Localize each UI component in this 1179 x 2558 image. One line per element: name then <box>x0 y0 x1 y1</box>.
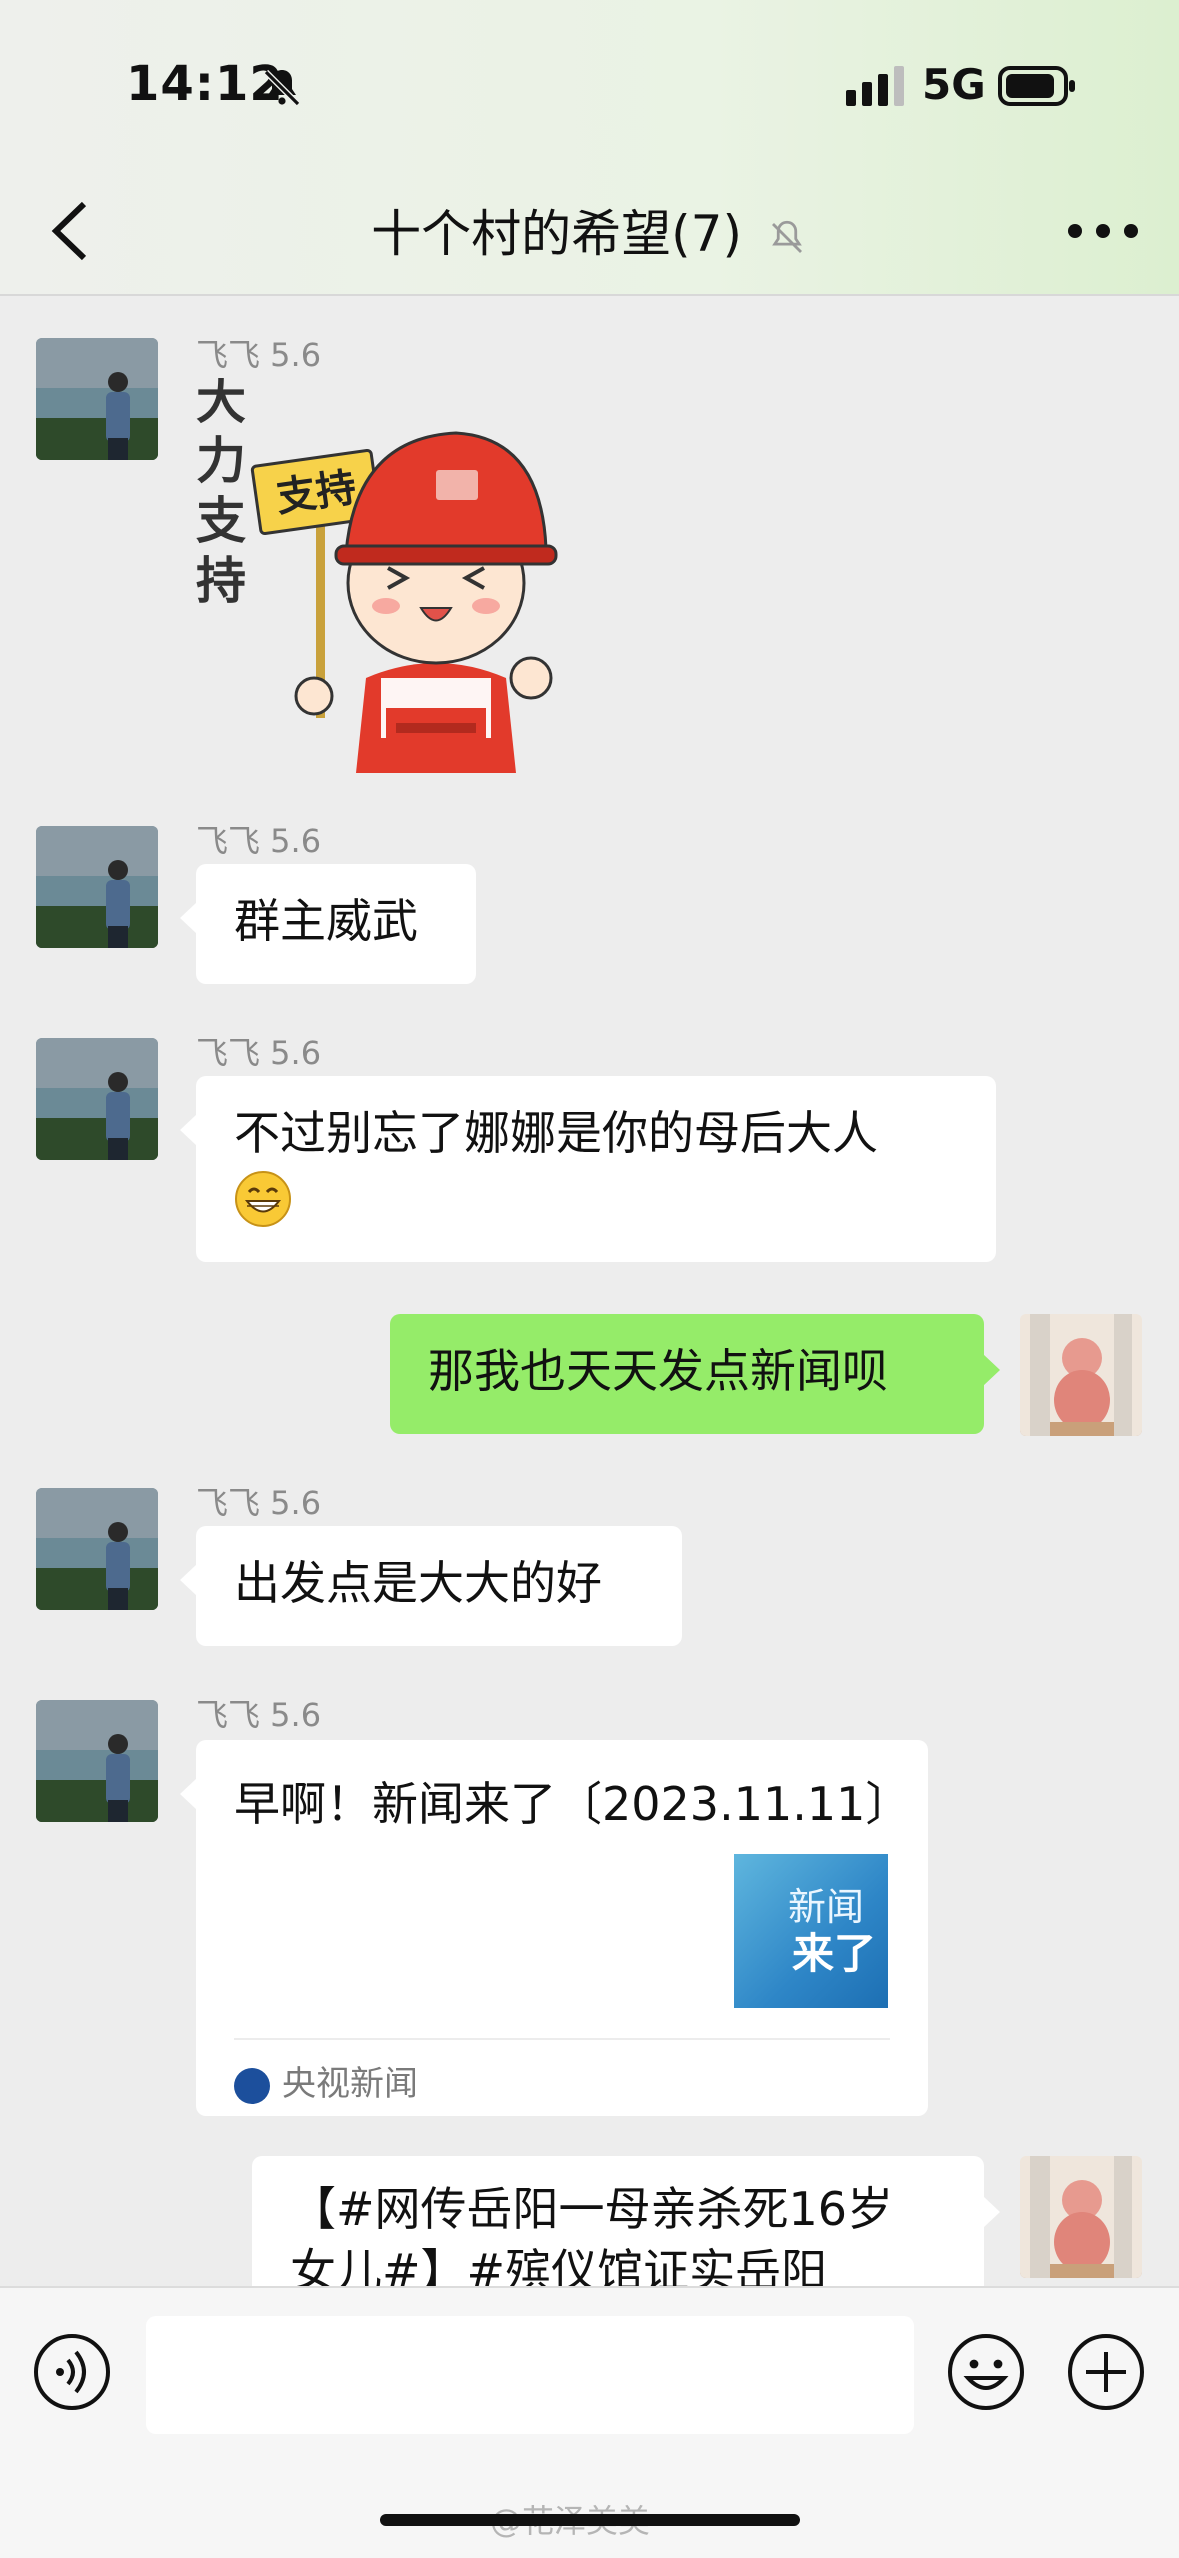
sticker-char-3: 支 <box>196 492 246 550</box>
message-input[interactable] <box>146 2316 914 2434</box>
mute-bell-icon <box>771 220 802 253</box>
card-source-name: 央视新闻 <box>282 2064 418 2104</box>
news-link-card[interactable]: 早啊！新闻来了〔2023.11.11〕 新闻 来了 央视新闻 <box>180 1740 928 2116</box>
sender-avatar[interactable] <box>36 1488 158 1610</box>
person-avatar-image <box>36 1488 158 1610</box>
chat-title: 十个村的希望(7) <box>371 205 742 263</box>
doll-avatar-image <box>1020 1314 1142 1436</box>
message-list[interactable]: 飞飞 5.6 大 力 支 持 支持 飞飞 5.6 群主威武 飞飞 5.6 不过别… <box>0 296 1179 2286</box>
sender-name: 飞飞 5.6 <box>196 1484 322 1522</box>
cctv-news-logo-icon <box>234 2067 270 2104</box>
sender-avatar[interactable] <box>36 1700 158 1822</box>
input-bar: @花泽美美 <box>0 2286 1179 2558</box>
message-text: 出发点是大大的好 <box>234 1556 602 1610</box>
doll-avatar-image <box>1020 2156 1142 2278</box>
message-bubble[interactable]: 群主威武 <box>180 864 476 984</box>
bell-off-icon <box>263 69 301 107</box>
voice-input-icon[interactable] <box>32 2332 112 2412</box>
my-avatar[interactable] <box>1020 2156 1142 2278</box>
message-bubble[interactable]: 出发点是大大的好 <box>180 1526 682 1646</box>
news-thumbnail: 新闻 来了 <box>734 1854 888 2008</box>
sticker-char-4: 持 <box>196 552 246 610</box>
chat-title-wrap[interactable]: 十个村的希望(7) <box>0 194 1179 266</box>
my-avatar[interactable] <box>1020 1314 1142 1436</box>
card-title: 早啊！新闻来了〔2023.11.11〕 <box>234 1777 912 1831</box>
message-text-line1: 【#网传岳阳一母亲杀死16岁 <box>290 2182 894 2236</box>
chat-header: 十个村的希望(7) <box>0 170 1179 294</box>
person-avatar-image <box>36 826 158 948</box>
person-avatar-image <box>36 338 158 460</box>
emoji-icon[interactable] <box>946 2332 1026 2412</box>
sender-name: 飞飞 5.6 <box>196 1034 322 1072</box>
person-avatar-image <box>36 1038 158 1160</box>
card-divider <box>234 2038 890 2040</box>
message-text: 那我也天天发点新闻呗 <box>428 1344 888 1398</box>
card-source: 央视新闻 <box>234 2056 418 2105</box>
sender-avatar[interactable] <box>36 338 158 460</box>
support-sticker[interactable]: 大 力 支 持 支持 <box>196 378 596 773</box>
top-bar: 14:12 5G 十个村的希望(7) <box>0 0 1179 296</box>
grin-emoji-icon <box>235 1170 291 1227</box>
person-avatar-image <box>36 1700 158 1822</box>
message-bubble[interactable]: 不过别忘了娜娜是你的母后大人 <box>180 1076 996 1262</box>
thumb-text-2: 来了 <box>792 1929 877 1978</box>
sender-name: 飞飞 5.6 <box>196 822 322 860</box>
sticker-char-2: 力 <box>196 432 246 490</box>
sender-avatar[interactable] <box>36 826 158 948</box>
network-type: 5G <box>922 60 986 109</box>
sticker-char-1: 大 <box>196 378 246 430</box>
message-text-line2: 女儿#】#殡仪馆证实岳阳 <box>290 2244 828 2286</box>
my-message-bubble[interactable]: 【#网传岳阳一母亲杀死16岁 女儿#】#殡仪馆证实岳阳 <box>252 2156 1000 2286</box>
cellular-signal-icon <box>846 66 904 106</box>
sender-name: 飞飞 5.6 <box>196 1696 322 1734</box>
sender-avatar[interactable] <box>36 1038 158 1160</box>
message-text: 不过别忘了娜娜是你的母后大人 <box>234 1106 878 1160</box>
status-bar: 14:12 5G <box>0 0 1179 170</box>
plus-icon[interactable] <box>1066 2332 1146 2412</box>
message-text: 群主威武 <box>234 894 418 948</box>
sender-name: 飞飞 5.6 <box>196 336 322 374</box>
my-message-bubble[interactable]: 那我也天天发点新闻呗 <box>390 1314 1000 1434</box>
battery-icon <box>998 66 1075 106</box>
more-options-icon[interactable] <box>1063 206 1143 256</box>
home-indicator[interactable] <box>380 2514 800 2526</box>
